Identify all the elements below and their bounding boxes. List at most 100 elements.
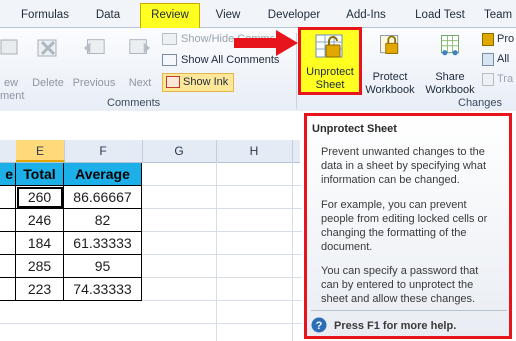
- table-cell-total[interactable]: 246: [16, 209, 64, 232]
- unprotect-sheet-tooltip: Unprotect Sheet Prevent unwanted changes…: [304, 113, 512, 339]
- delete-comment-icon: [37, 39, 57, 57]
- table-cell-average[interactable]: 82: [64, 209, 142, 232]
- annotation-arrow-icon: [234, 30, 298, 56]
- gridline: [142, 185, 302, 186]
- table-cell-total[interactable]: 285: [16, 255, 64, 278]
- tooltip-line: changing the formatting of the: [321, 227, 467, 239]
- new-comment-icon: [0, 39, 18, 55]
- header-cell-total[interactable]: Total: [16, 163, 64, 186]
- allow-users-button[interactable]: All: [482, 51, 516, 68]
- table-cell-average[interactable]: 74.33333: [64, 278, 142, 301]
- unprotect-sheet-icon: [315, 34, 343, 58]
- tooltip-line: For example, you can prevent: [321, 199, 467, 211]
- track-changes-label: Tra: [497, 73, 514, 85]
- help-icon: ?: [311, 317, 327, 333]
- unprotect-sheet-label: Unprotect Sheet: [301, 66, 359, 92]
- table-cell-total[interactable]: 260: [16, 186, 64, 209]
- tooltip-help-text: Press F1 for more help.: [334, 320, 457, 332]
- table-cell-partial[interactable]: [0, 255, 16, 278]
- protect-workbook-button[interactable]: Protect Workbook: [364, 33, 416, 97]
- protect-and-share-button[interactable]: Pro: [482, 31, 516, 48]
- share-workbook-line1: Share: [435, 71, 465, 83]
- new-comment-label-1: ew: [3, 77, 19, 89]
- tooltip-line: document.: [321, 241, 373, 253]
- table-cell-partial[interactable]: [0, 232, 16, 255]
- table-cell-partial[interactable]: [0, 278, 16, 301]
- gridline: [142, 277, 302, 278]
- track-changes-button[interactable]: Tra: [482, 71, 516, 88]
- table-cell-partial[interactable]: [0, 209, 16, 232]
- tooltip-line: You can specify a password that: [321, 265, 479, 277]
- column-header-f[interactable]: F: [64, 140, 143, 162]
- protect-workbook-line1: Protect: [372, 71, 408, 83]
- show-ink-label: Show Ink: [183, 76, 229, 88]
- tab-add-ins[interactable]: Add-Ins: [340, 5, 392, 25]
- tooltip-para3: You can specify a password that can by e…: [321, 264, 478, 306]
- tooltip-line: people from editing locked cells or: [321, 213, 488, 225]
- tab-data[interactable]: Data: [88, 5, 128, 25]
- header-cell-partial[interactable]: e: [0, 163, 16, 186]
- next-comment-icon: [129, 39, 151, 54]
- gridline: [142, 254, 302, 255]
- show-all-comments-icon: [162, 54, 177, 67]
- tab-load-test[interactable]: Load Test: [404, 5, 476, 25]
- table-cell-average[interactable]: 95: [64, 255, 142, 278]
- table-cell-average[interactable]: 86.66667: [64, 186, 142, 209]
- tooltip-title: Unprotect Sheet: [312, 123, 397, 135]
- protect-share-label: Pro: [497, 33, 515, 45]
- allow-users-label: All: [497, 53, 510, 65]
- table-cell-partial[interactable]: [0, 186, 16, 209]
- share-workbook-button[interactable]: Share Workbook: [424, 33, 476, 97]
- tooltip-line: can by entered to unprotect the: [321, 279, 474, 291]
- tab-formulas[interactable]: Formulas: [14, 5, 76, 25]
- new-comment-button[interactable]: ew ment: [0, 36, 25, 103]
- tooltip-divider: [311, 310, 507, 311]
- column-header-d[interactable]: [0, 140, 17, 162]
- gridline: [0, 323, 302, 324]
- gridline: [142, 231, 302, 232]
- svg-text:?: ?: [316, 320, 323, 332]
- previous-label: Previous: [72, 77, 116, 89]
- previous-comment-icon: [83, 39, 105, 54]
- tooltip-line: Prevent unwanted changes to the: [321, 146, 485, 158]
- tooltip-line: information can be changed.: [321, 174, 460, 186]
- gridline: [292, 162, 293, 341]
- tooltip-line: data in a sheet by specifying what: [321, 160, 487, 172]
- allow-users-icon: [482, 52, 494, 66]
- delete-comment-button[interactable]: Delete: [28, 36, 68, 90]
- unprotect-sheet-line1: Unprotect: [306, 66, 354, 78]
- show-hide-comment-icon: [162, 33, 177, 46]
- tooltip-para1: Prevent unwanted changes to the data in …: [321, 145, 486, 187]
- tab-view[interactable]: View: [208, 5, 248, 25]
- table-cell-total[interactable]: 223: [16, 278, 64, 301]
- table-cell-total[interactable]: 184: [16, 232, 64, 255]
- column-header-e[interactable]: E: [16, 140, 65, 162]
- show-ink-button[interactable]: Show Ink: [162, 73, 234, 92]
- previous-comment-button[interactable]: Previous: [70, 36, 118, 90]
- tab-team[interactable]: Team: [484, 5, 516, 25]
- tooltip-line: sheet and allow these changes.: [321, 293, 476, 305]
- tooltip-para2: For example, you can prevent people from…: [321, 198, 487, 254]
- show-ink-icon: [166, 76, 180, 89]
- protect-workbook-icon: [380, 35, 399, 54]
- tab-review[interactable]: Review: [140, 3, 200, 28]
- new-comment-label-2: ment: [0, 90, 25, 102]
- header-cell-average[interactable]: Average: [64, 163, 142, 186]
- protect-share-icon: [482, 32, 494, 46]
- changes-group-label: Changes: [458, 97, 503, 109]
- next-label: Next: [128, 77, 152, 89]
- share-workbook-icon: [441, 35, 459, 56]
- delete-label: Delete: [32, 77, 64, 89]
- track-changes-icon: [482, 72, 494, 86]
- tab-developer[interactable]: Developer: [258, 5, 330, 25]
- unprotect-sheet-button[interactable]: Unprotect Sheet: [298, 27, 362, 95]
- next-comment-button[interactable]: Next: [120, 36, 160, 90]
- column-header-h[interactable]: H: [216, 140, 293, 162]
- gridline: [216, 162, 217, 341]
- gridline: [142, 300, 302, 301]
- gridline: [142, 208, 302, 209]
- share-workbook-line2: Workbook: [425, 84, 475, 96]
- comments-group-label: Comments: [107, 97, 161, 109]
- column-header-g[interactable]: G: [142, 140, 217, 162]
- table-cell-average[interactable]: 61.33333: [64, 232, 142, 255]
